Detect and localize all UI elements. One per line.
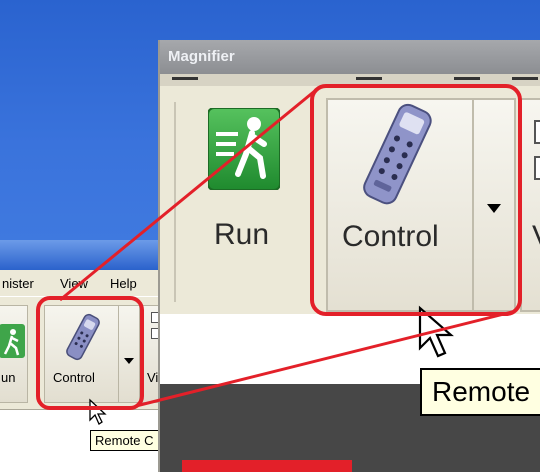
small-highlight-box xyxy=(36,296,144,410)
large-highlight-box xyxy=(310,84,522,316)
zoom-callout-overlay xyxy=(36,84,522,410)
callout-line-top xyxy=(59,88,317,302)
callout-line-bottom xyxy=(135,310,513,408)
